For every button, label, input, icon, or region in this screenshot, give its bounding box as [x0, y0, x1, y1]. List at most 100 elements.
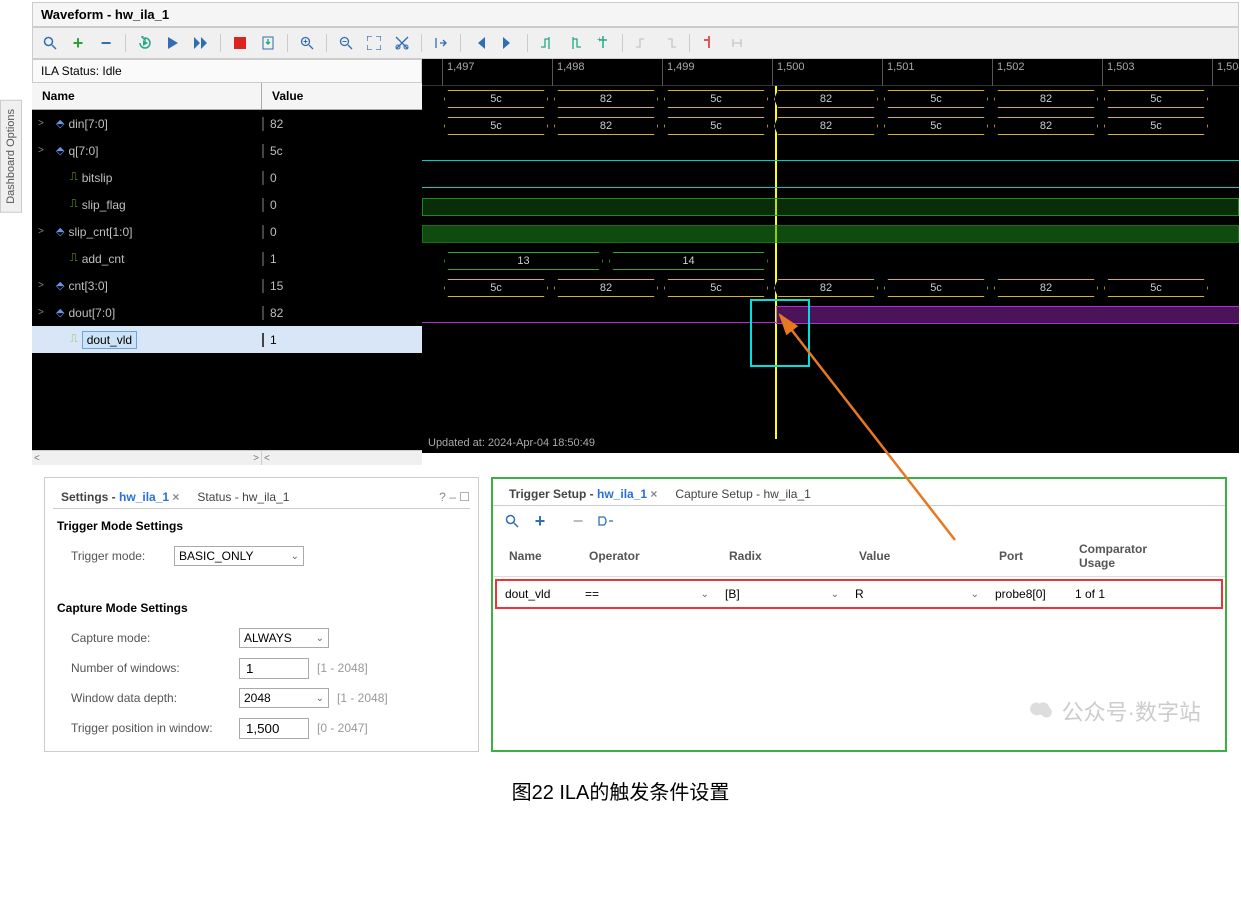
tab-trigger-setup[interactable]: Trigger Setup - hw_ila_1 × — [501, 483, 665, 505]
num-windows-input[interactable] — [239, 658, 309, 679]
signal-row[interactable]: >⬘ q[7:0]5c — [32, 137, 422, 164]
zoom-out-icon[interactable] — [337, 34, 355, 52]
signal-name-label: add_cnt — [82, 252, 125, 266]
th-radix[interactable]: Radix — [721, 540, 851, 572]
minus-icon[interactable]: − — [569, 512, 587, 530]
close-icon[interactable]: × — [172, 490, 179, 504]
bus-icon: ⬘ — [56, 225, 64, 238]
trigger-mode-select[interactable]: BASIC_ONLY⌄ — [174, 546, 304, 566]
wave-bus-segment: 13 — [444, 252, 603, 270]
play-icon[interactable] — [164, 34, 182, 52]
stop-icon[interactable] — [231, 34, 249, 52]
signal-name-label: din[7:0] — [68, 117, 107, 131]
gate-icon[interactable] — [597, 512, 615, 530]
wave-row — [422, 167, 1239, 194]
th-name[interactable]: Name — [501, 540, 581, 572]
export-icon[interactable] — [259, 34, 277, 52]
th-value[interactable]: Value — [851, 540, 991, 572]
trigger-op-select[interactable]: ==⌄ — [577, 585, 717, 603]
prev-marker-icon[interactable] — [633, 34, 651, 52]
signal-value-cell: 0 — [262, 171, 357, 185]
trigger-radix-select[interactable]: [B]⌄ — [717, 585, 847, 603]
signal-name-label: dout[7:0] — [68, 306, 115, 320]
expand-icon[interactable]: > — [38, 307, 48, 318]
signal-row[interactable]: >⬘ cnt[3:0]15 — [32, 272, 422, 299]
swap-markers-icon[interactable] — [728, 34, 746, 52]
help-icon[interactable]: ? — [439, 490, 446, 504]
wave-bus-segment: 82 — [774, 117, 878, 135]
trigger-value-select[interactable]: R⌄ — [847, 585, 987, 603]
maximize-icon[interactable]: ☐ — [459, 490, 470, 504]
capture-mode-label: Capture mode: — [71, 631, 231, 645]
signal-row[interactable]: ⎍ slip_flag0 — [32, 191, 422, 218]
ruler-tick: 1,497 — [442, 59, 479, 86]
plus-icon[interactable]: + — [531, 512, 549, 530]
updated-timestamp: Updated at: 2024-Apr-04 18:50:49 — [428, 437, 595, 449]
signal-list-panel: ILA Status: Idle Name Value >⬘ din[7:0]8… — [32, 59, 422, 465]
trigger-comp-cell: 1 of 1 — [1067, 585, 1187, 603]
wave-row — [422, 194, 1239, 221]
value-scrollbar[interactable]: < — [262, 451, 422, 465]
prev-edge-icon[interactable] — [538, 34, 556, 52]
wave-bus-segment: 14 — [609, 252, 768, 270]
depth-select[interactable]: 2048⌄ — [239, 688, 329, 708]
trigpos-input[interactable] — [239, 718, 309, 739]
waveform-canvas[interactable]: 1,500 1,4971,4981,4991,5001,5011,5021,50… — [422, 59, 1239, 453]
signal-name-label: q[7:0] — [68, 144, 98, 158]
signal-name-label: dout_vld — [82, 331, 137, 349]
ruler-tick: 1,502 — [992, 59, 1029, 86]
zoom-fit-icon[interactable] — [365, 34, 383, 52]
signal-row[interactable]: ⎍ bitslip0 — [32, 164, 422, 191]
column-value-header[interactable]: Value — [262, 83, 422, 109]
svg-text:+: + — [597, 36, 602, 44]
remove-marker-icon[interactable] — [700, 34, 718, 52]
cut-icon[interactable] — [393, 34, 411, 52]
capture-mode-select[interactable]: ALWAYS⌄ — [239, 628, 329, 648]
signal-row[interactable]: ⎍ dout_vld1 — [32, 326, 422, 353]
name-scrollbar[interactable]: <> — [32, 451, 262, 465]
trigger-mode-label: Trigger mode: — [71, 549, 166, 563]
go-end-icon[interactable] — [499, 34, 517, 52]
fast-forward-icon[interactable] — [192, 34, 210, 52]
signal-row[interactable]: >⬘ din[7:0]82 — [32, 110, 422, 137]
wave-bus-segment: 5c — [444, 90, 548, 108]
search-icon[interactable] — [503, 512, 521, 530]
th-operator[interactable]: Operator — [581, 540, 721, 572]
dashboard-options-tab[interactable]: Dashboard Options — [0, 100, 22, 213]
ruler-tick: 1,503 — [1102, 59, 1139, 86]
signal-value-cell: 0 — [262, 225, 357, 239]
bus-icon: ⬘ — [56, 279, 64, 292]
expand-icon[interactable]: > — [38, 226, 48, 237]
next-marker-icon[interactable] — [661, 34, 679, 52]
expand-icon[interactable]: > — [38, 280, 48, 291]
wave-row — [422, 302, 1239, 329]
time-ruler[interactable]: 1,4971,4981,4991,5001,5011,5021,5031,504 — [422, 59, 1239, 86]
wave-row: 5c825c825c825c — [422, 275, 1239, 302]
th-comparator[interactable]: Comparator Usage — [1071, 540, 1191, 572]
signal-row[interactable]: >⬘ slip_cnt[1:0]0 — [32, 218, 422, 245]
signal-name-label: slip_flag — [82, 198, 126, 212]
tab-capture-setup[interactable]: Capture Setup - hw_ila_1 — [667, 483, 818, 505]
tab-settings[interactable]: Settings - hw_ila_1 × — [53, 486, 187, 508]
column-name-header[interactable]: Name — [32, 83, 262, 109]
trigger-row[interactable]: dout_vld ==⌄ [B]⌄ R⌄ probe8[0] 1 of 1 — [495, 579, 1223, 609]
add-marker-icon[interactable]: + — [594, 34, 612, 52]
expand-icon[interactable]: > — [38, 118, 48, 129]
ruler-tick: 1,499 — [662, 59, 699, 86]
go-start-icon[interactable] — [471, 34, 489, 52]
run-trigger-icon[interactable] — [136, 34, 154, 52]
signal-row[interactable]: >⬘ dout[7:0]82 — [32, 299, 422, 326]
wave-bus-segment: 5c — [664, 117, 768, 135]
expand-icon[interactable]: > — [38, 145, 48, 156]
search-icon[interactable] — [41, 34, 59, 52]
next-edge-icon[interactable] — [566, 34, 584, 52]
plus-icon[interactable]: + — [69, 34, 87, 52]
signal-row[interactable]: ⎍ add_cnt1 — [32, 245, 422, 272]
minimize-icon[interactable]: – — [449, 490, 456, 504]
tab-status[interactable]: Status - hw_ila_1 — [189, 486, 297, 508]
minus-icon[interactable]: − — [97, 34, 115, 52]
close-icon[interactable]: × — [650, 487, 657, 501]
goto-cursor-icon[interactable] — [432, 34, 450, 52]
th-port[interactable]: Port — [991, 540, 1071, 572]
zoom-in-icon[interactable] — [298, 34, 316, 52]
